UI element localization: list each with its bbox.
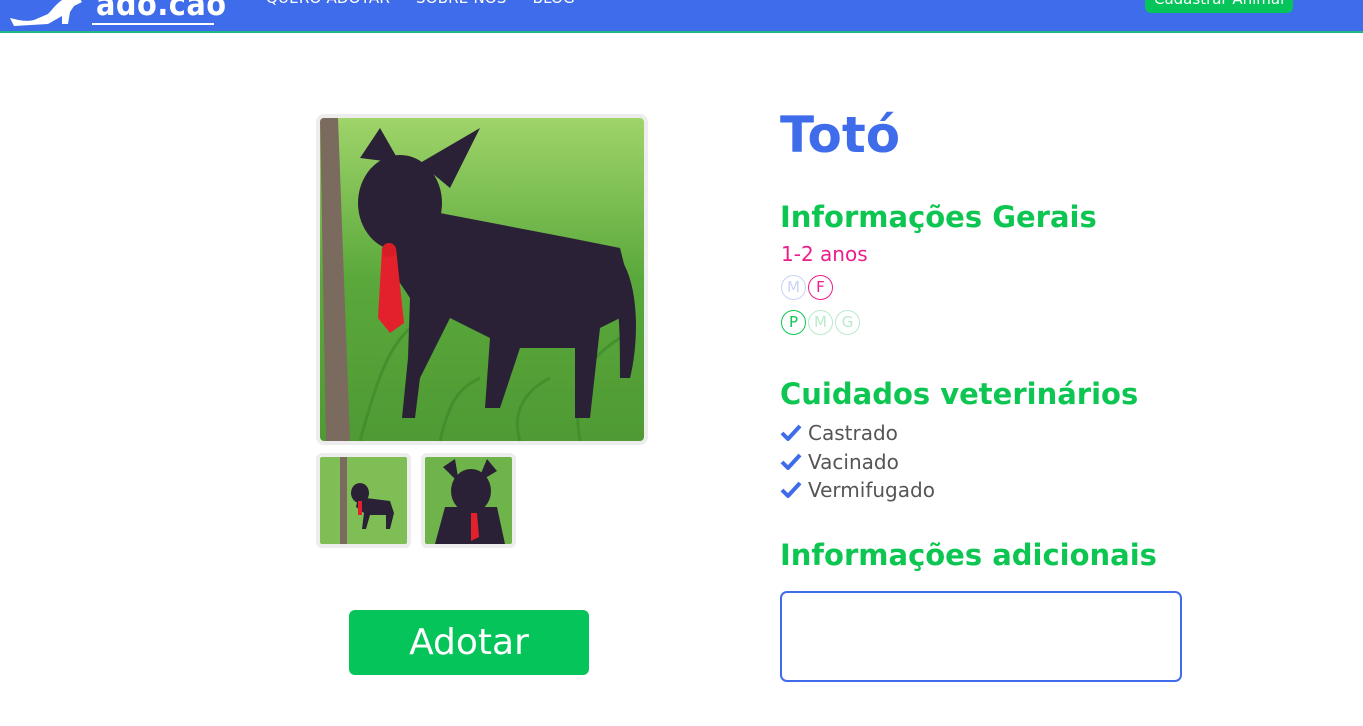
general-info-heading: Informações Gerais	[780, 200, 1097, 234]
size-selector: P M G	[781, 310, 860, 335]
site-logo[interactable]: ado.cão	[8, 0, 226, 26]
pet-name-title: Totó	[780, 106, 901, 164]
vet-care-label: Vermifugado	[808, 478, 935, 503]
size-option-small[interactable]: P	[781, 310, 806, 335]
main-nav: QUERO ADOTAR SOBRE NÓS BLOG	[266, 0, 575, 10]
thumbnail-image-1	[320, 457, 407, 544]
vet-care-list: Castrado Vacinado Vermifugado	[780, 419, 935, 505]
vet-care-heading: Cuidados veterinários	[780, 377, 1139, 411]
nav-blog[interactable]: BLOG	[533, 0, 575, 10]
size-option-large[interactable]: G	[835, 310, 860, 335]
nav-quero-adotar[interactable]: QUERO ADOTAR	[266, 0, 390, 10]
check-icon	[780, 453, 802, 470]
size-option-medium[interactable]: M	[808, 310, 833, 335]
logo-text: ado.cão	[96, 0, 227, 23]
list-item: Vermifugado	[780, 476, 935, 505]
top-navbar: ado.cão QUERO ADOTAR SOBRE NÓS BLOG Cada…	[0, 0, 1363, 33]
age-value: 1-2 anos	[781, 242, 868, 266]
thumbnail-photo-2[interactable]	[421, 453, 516, 548]
sex-option-female[interactable]: F	[808, 275, 833, 300]
adopt-button[interactable]: Adotar	[349, 610, 589, 675]
main-pet-photo	[316, 114, 648, 445]
list-item: Vacinado	[780, 448, 935, 477]
sex-option-male[interactable]: M	[781, 275, 806, 300]
check-icon	[780, 424, 802, 442]
additional-info-textarea[interactable]	[780, 591, 1182, 682]
nav-sobre-nos[interactable]: SOBRE NÓS	[416, 0, 507, 10]
dog-logo-icon	[10, 0, 82, 26]
additional-info-heading: Informações adicionais	[780, 538, 1157, 572]
register-animal-button[interactable]: Cadastrar Animal	[1145, 0, 1294, 13]
sex-selector: M F	[781, 275, 833, 300]
dog-photo-image	[320, 118, 644, 441]
check-icon	[780, 481, 802, 499]
thumbnail-photo-1[interactable]	[316, 453, 411, 548]
vet-care-label: Castrado	[808, 421, 898, 446]
list-item: Castrado	[780, 419, 935, 448]
logo-underline	[92, 23, 214, 25]
thumbnail-image-2	[425, 457, 512, 544]
vet-care-label: Vacinado	[808, 449, 899, 474]
